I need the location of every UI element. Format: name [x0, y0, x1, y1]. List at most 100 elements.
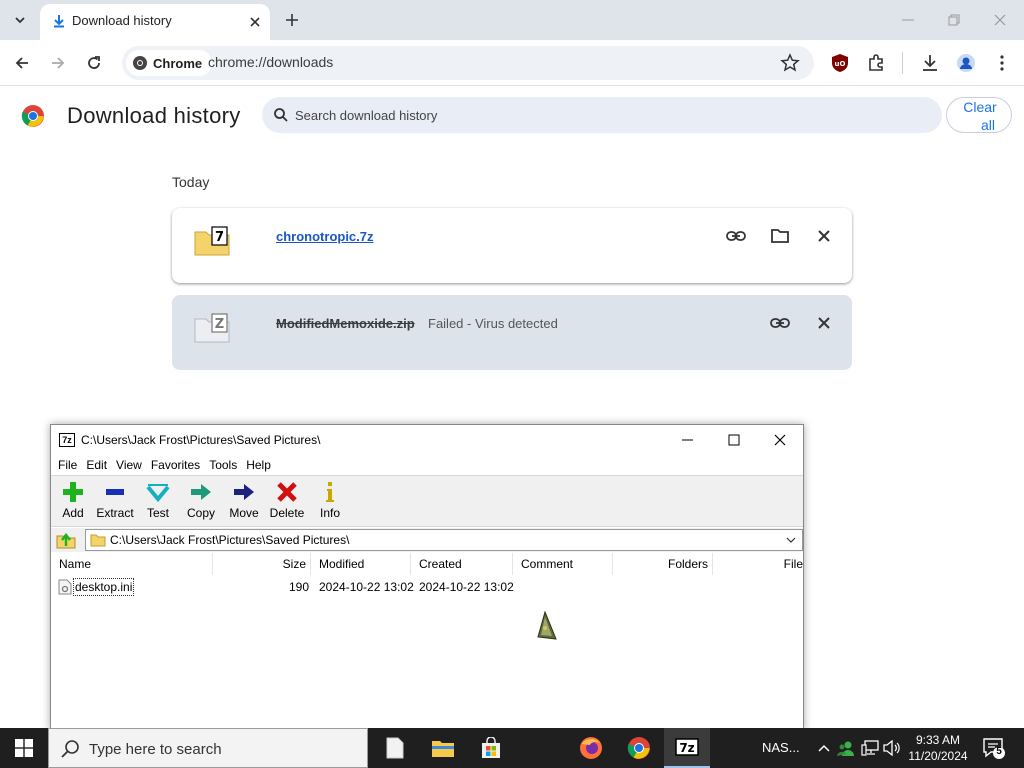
- 7zip-titlebar[interactable]: 7z C:\Users\Jack Frost\Pictures\Saved Pi…: [51, 425, 803, 455]
- close-window-button[interactable]: [765, 430, 795, 450]
- tray-volume-button[interactable]: [882, 738, 902, 758]
- toolbar-divider: [902, 52, 903, 74]
- users-icon: [837, 741, 854, 756]
- column-modified[interactable]: Modified: [311, 553, 411, 575]
- column-folders[interactable]: Folders: [613, 553, 713, 575]
- column-files[interactable]: File: [713, 553, 803, 575]
- minimize-button[interactable]: [673, 430, 703, 450]
- chrome-menu-button[interactable]: [990, 51, 1014, 75]
- notification-center-button[interactable]: 5: [982, 736, 1006, 760]
- reload-icon: [88, 56, 100, 69]
- 7zip-app-icon: 7z: [59, 433, 75, 447]
- taskbar-7zip[interactable]: 7z: [664, 728, 710, 768]
- menu-view[interactable]: View: [116, 455, 151, 475]
- taskbar-search-input[interactable]: Type here to search: [48, 728, 368, 768]
- path-input[interactable]: C:\Users\Jack Frost\Pictures\Saved Pictu…: [85, 529, 803, 551]
- tab-close-button[interactable]: [246, 13, 264, 31]
- add-button[interactable]: Add: [51, 480, 95, 526]
- ublock-shield-icon: uO: [832, 54, 848, 72]
- extensions-button[interactable]: [864, 51, 888, 75]
- copy-link-button[interactable]: [724, 225, 748, 247]
- chevron-down-icon: [15, 17, 25, 24]
- download-icon: [923, 55, 937, 71]
- taskbar-firefox[interactable]: [568, 728, 614, 768]
- clear-all-label-line2: all: [980, 117, 995, 133]
- menu-tools[interactable]: Tools: [209, 455, 246, 475]
- bookmark-star-icon[interactable]: [780, 53, 800, 73]
- copy-button[interactable]: Copy: [179, 480, 223, 526]
- chevron-down-icon[interactable]: [786, 535, 796, 545]
- test-label: Test: [146, 506, 169, 520]
- menu-file[interactable]: File: [58, 455, 86, 475]
- taskbar-chrome[interactable]: [616, 728, 662, 768]
- taskbar-microsoft-store[interactable]: [468, 728, 514, 768]
- show-in-folder-button[interactable]: [768, 225, 792, 247]
- clear-all-button[interactable]: Clear all: [946, 97, 1012, 133]
- close-icon: [774, 434, 786, 446]
- minimize-button[interactable]: [898, 10, 918, 30]
- tray-clock[interactable]: 9:33 AM 11/20/2024: [908, 732, 968, 764]
- delete-button[interactable]: Delete: [265, 480, 309, 526]
- test-button[interactable]: Test: [136, 480, 180, 526]
- restore-icon: [948, 14, 960, 26]
- tab-search-button[interactable]: [8, 8, 32, 32]
- copy-link-button[interactable]: [768, 312, 792, 334]
- taskbar-notepad[interactable]: [372, 728, 418, 768]
- test-checkmark-icon: [146, 484, 170, 503]
- download-icon: [54, 15, 64, 28]
- restore-button[interactable]: [944, 10, 964, 30]
- close-window-button[interactable]: [990, 10, 1010, 30]
- remove-item-button[interactable]: [812, 225, 836, 247]
- forward-button[interactable]: [46, 51, 70, 75]
- close-icon: [250, 17, 260, 27]
- link-icon: [726, 231, 746, 241]
- taskbar-file-explorer[interactable]: [420, 728, 466, 768]
- more-vertical-icon: [1000, 55, 1004, 71]
- info-button[interactable]: Info: [308, 480, 352, 526]
- menu-help[interactable]: Help: [246, 455, 280, 475]
- file-modified-cell: 2024-10-22 13:02: [319, 580, 414, 594]
- new-tab-button[interactable]: [282, 10, 302, 30]
- ublock-extension-button[interactable]: uO: [828, 51, 852, 75]
- close-icon: [818, 230, 830, 242]
- column-name[interactable]: Name: [51, 553, 213, 575]
- show-hidden-icons-button[interactable]: [814, 738, 834, 758]
- arrow-left-icon: [15, 57, 28, 69]
- date-section-label: Today: [172, 174, 210, 190]
- maximize-button[interactable]: [719, 430, 749, 450]
- extract-button[interactable]: Extract: [93, 480, 137, 526]
- tray-nas-label[interactable]: NAS...: [762, 740, 800, 755]
- browser-toolbar: Chrome chrome://downloads uO: [0, 40, 1024, 86]
- tray-network-button[interactable]: [860, 738, 880, 758]
- menu-edit[interactable]: Edit: [86, 455, 116, 475]
- folder-up-icon[interactable]: [55, 530, 77, 550]
- download-file-link[interactable]: chronotropic.7z: [276, 229, 374, 244]
- folder-icon: [432, 741, 454, 757]
- column-size[interactable]: Size: [213, 553, 311, 575]
- search-icon: [61, 740, 79, 758]
- downloads-button[interactable]: [918, 51, 942, 75]
- chrome-logo-icon: [21, 105, 44, 127]
- tab-download-history[interactable]: Download history: [40, 4, 270, 40]
- download-item-failed: Z ModifiedMemoxide.zip Failed - Virus de…: [172, 295, 852, 370]
- remove-item-button[interactable]: [812, 312, 836, 334]
- back-button[interactable]: [10, 51, 34, 75]
- move-button[interactable]: Move: [222, 480, 266, 526]
- column-created[interactable]: Created: [411, 553, 513, 575]
- reload-button[interactable]: [82, 51, 106, 75]
- tray-people-icon-button[interactable]: [836, 738, 856, 758]
- store-bag-icon: [482, 737, 500, 758]
- menu-favorites[interactable]: Favorites: [151, 455, 209, 475]
- column-comment[interactable]: Comment: [513, 553, 613, 575]
- add-label: Add: [62, 506, 84, 520]
- site-chip[interactable]: Chrome: [126, 50, 213, 76]
- start-button[interactable]: [0, 728, 48, 768]
- search-download-history-input[interactable]: Search download history: [262, 97, 942, 133]
- file-created-cell: 2024-10-22 13:02: [419, 580, 514, 594]
- window-title: C:\Users\Jack Frost\Pictures\Saved Pictu…: [81, 433, 321, 447]
- table-row[interactable]: desktop.ini 190 2024-10-22 13:02 2024-10…: [51, 577, 803, 597]
- profile-button[interactable]: [954, 51, 978, 75]
- file-list-header: Name Size Modified Created Comment Folde…: [51, 553, 803, 575]
- avatar-icon: [957, 54, 975, 72]
- address-bar[interactable]: Chrome chrome://downloads: [122, 46, 814, 80]
